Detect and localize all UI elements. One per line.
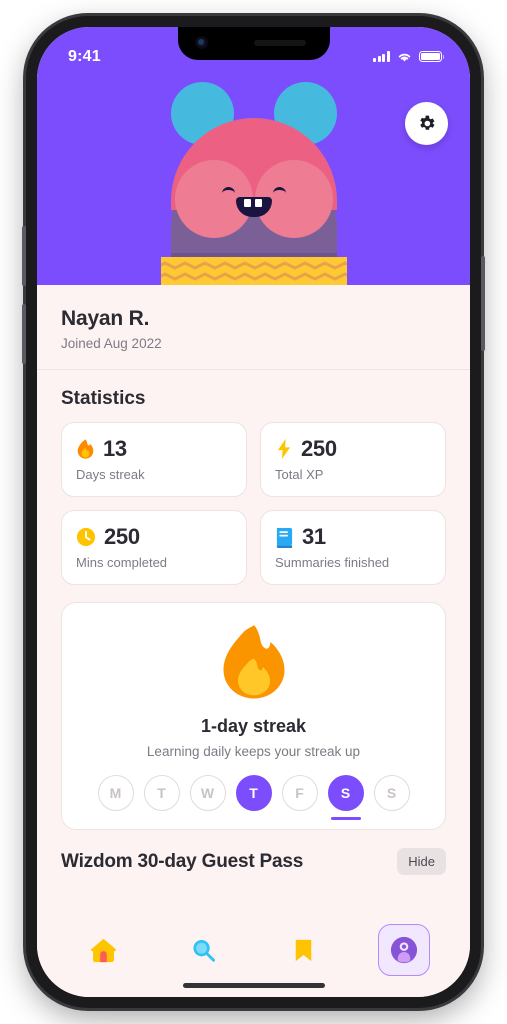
streak-title: 1-day streak	[200, 716, 307, 736]
phone-frame: 9:41 Nayan R. Joined Aug 2022 Statistics…	[22, 16, 485, 1008]
scarf-zigzag-top	[160, 261, 347, 270]
day-circle[interactable]: F	[281, 775, 318, 811]
avatar-eye-left	[221, 187, 235, 194]
profile-content: Nayan R. Joined Aug 2022 Statistics 13 D…	[37, 285, 470, 909]
stat-value: 31	[302, 524, 326, 549]
avatar	[159, 80, 349, 285]
streak-day-sat: S	[327, 775, 364, 820]
streak-day-thu: T	[235, 775, 272, 811]
guest-pass-title: Wizdom 30-day Guest Pass	[61, 850, 304, 872]
streak-day-mon: M	[97, 775, 134, 811]
status-icons	[373, 50, 445, 63]
statistics-heading: Statistics	[61, 388, 146, 409]
lightning-icon	[277, 438, 291, 460]
streak-day-sun: S	[373, 775, 410, 811]
avatar-face	[159, 175, 349, 235]
stat-card-mins-completed[interactable]: 250 Mins completed	[61, 510, 247, 585]
avatar-tooth-right	[254, 199, 262, 207]
day-circle[interactable]: S	[373, 775, 410, 811]
stat-label: Total XP	[275, 467, 324, 482]
search-icon	[193, 939, 215, 962]
phone-power-button	[481, 256, 485, 351]
home-icon	[90, 938, 116, 962]
screenshot-stage: 9:41 Nayan R. Joined Aug 2022 Statistics…	[0, 0, 507, 1024]
tab-search[interactable]	[177, 924, 229, 976]
avatar-mouth	[235, 197, 272, 217]
tab-bookmarks[interactable]	[278, 924, 330, 976]
wifi-icon	[398, 53, 411, 61]
stat-card-header: 250	[76, 524, 232, 550]
day-circle[interactable]: M	[97, 775, 134, 811]
guest-pass-section: Wizdom 30-day Guest Pass Hide	[37, 830, 470, 889]
battery-full-icon	[419, 50, 445, 63]
day-circle[interactable]: T	[235, 775, 272, 811]
avatar-tooth-left	[243, 199, 251, 207]
stat-value: 13	[103, 436, 127, 461]
earpiece-speaker	[253, 40, 306, 46]
stat-value: 250	[104, 524, 140, 549]
tab-profile[interactable]	[377, 924, 430, 976]
device-notch	[177, 27, 330, 60]
home-indicator	[182, 982, 325, 988]
profile-joined-date: Joined Aug 2022	[61, 336, 162, 351]
hide-button[interactable]: Hide	[397, 848, 446, 875]
cellular-signal-icon	[373, 51, 390, 62]
front-camera-icon	[194, 36, 208, 49]
stat-label: Summaries finished	[275, 555, 390, 570]
settings-gear-icon[interactable]	[405, 102, 448, 145]
tab-home[interactable]	[77, 924, 129, 976]
profile-name: Nayan R.	[61, 307, 150, 330]
gear-icon	[420, 115, 435, 130]
large-flame-icon	[223, 625, 284, 699]
fire-icon	[77, 439, 94, 459]
streak-card: 1-day streak Learning daily keeps your s…	[61, 602, 446, 830]
bookmark-icon	[295, 939, 312, 961]
profile-identity: Nayan R. Joined Aug 2022	[37, 285, 470, 370]
scarf-zigzag-bottom	[160, 272, 347, 281]
streak-day-wed: W	[189, 775, 226, 811]
stat-card-summaries-finished[interactable]: 31 Summaries finished	[260, 510, 446, 585]
book-icon	[276, 527, 293, 548]
stat-label: Mins completed	[76, 555, 168, 570]
day-circle[interactable]: W	[189, 775, 226, 811]
clock-icon	[76, 527, 96, 547]
avatar-eye-right	[272, 187, 286, 194]
phone-screen: 9:41 Nayan R. Joined Aug 2022 Statistics…	[37, 27, 470, 997]
status-time: 9:41	[68, 47, 101, 65]
today-indicator	[330, 816, 361, 820]
streak-subtitle: Learning daily keeps your streak up	[146, 744, 361, 759]
day-circle[interactable]: S	[327, 775, 364, 811]
stat-card-total-xp[interactable]: 250 Total XP	[260, 422, 446, 497]
statistics-grid: 13 Days streak 250 Total XP 250 Mins com…	[37, 422, 470, 585]
stat-card-header: 31	[275, 524, 431, 550]
streak-day-tue: T	[143, 775, 180, 811]
stat-card-days-streak[interactable]: 13 Days streak	[61, 422, 247, 497]
streak-day-fri: F	[281, 775, 318, 811]
stat-label: Days streak	[76, 467, 145, 482]
stat-card-header: 250	[275, 436, 431, 462]
profile-icon	[390, 936, 417, 964]
stat-value: 250	[301, 436, 337, 461]
streak-day-row: M T W T F S S	[76, 775, 431, 820]
day-circle[interactable]: T	[143, 775, 180, 811]
stat-card-header: 13	[76, 436, 232, 462]
avatar-scarf	[160, 257, 347, 285]
